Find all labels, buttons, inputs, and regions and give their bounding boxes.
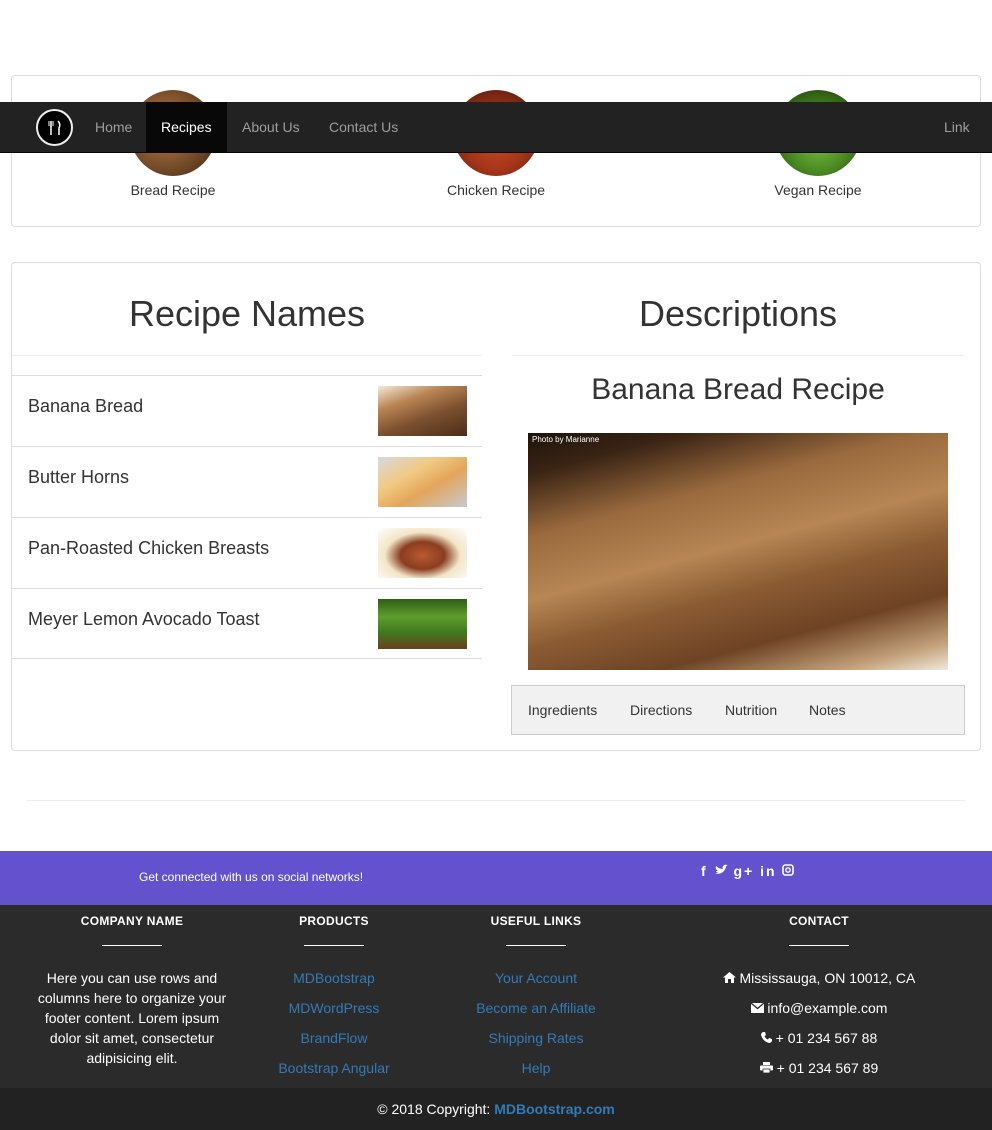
list-item[interactable]: Banana Bread (12, 375, 482, 446)
descriptions-title: Descriptions (638, 293, 838, 334)
footer-link[interactable]: MDWordPress (254, 993, 414, 1023)
footer-link[interactable]: MDBootstrap (254, 963, 414, 993)
recipe-thumbnail[interactable] (378, 599, 467, 649)
footer-link[interactable]: Bootstrap Angular (254, 1053, 414, 1083)
nav-link[interactable]: Link (929, 102, 985, 152)
footer: COMPANY NAME Here you can use rows and c… (0, 905, 992, 1088)
footer-heading: COMPANY NAME (80, 914, 184, 928)
tab-directions[interactable]: Directions (630, 686, 692, 734)
recipes-panel: Recipe Names Descriptions Banana Bread B… (11, 262, 981, 751)
recipe-name[interactable]: Butter Horns (28, 467, 129, 488)
google-plus-icon[interactable]: g+ (733, 863, 754, 879)
tab-nutrition[interactable]: Nutrition (725, 686, 777, 734)
recipe-name[interactable]: Meyer Lemon Avocado Toast (28, 609, 259, 630)
twitter-icon[interactable] (714, 864, 728, 876)
divider (506, 945, 566, 946)
print-icon (759, 1062, 773, 1074)
copyright-bar: © 2018 Copyright: MDBootstrap.com (0, 1088, 992, 1130)
recipe-thumbnail[interactable] (378, 386, 467, 436)
fax-line: + 01 234 567 89 (689, 1053, 949, 1083)
divider (789, 945, 849, 946)
navbar: Home Recipes About Us Contact Us Link (0, 102, 992, 153)
footer-heading: USEFUL LINKS (490, 914, 582, 928)
footer-contact: CONTACT Mississauga, ON 10012, CA info@e… (689, 914, 949, 1083)
divider (12, 355, 482, 356)
recipe-name[interactable]: Pan-Roasted Chicken Breasts (28, 538, 269, 559)
footer-products: PRODUCTS MDBootstrap MDWordPress BrandFl… (254, 914, 414, 1083)
home-icon (722, 972, 736, 983)
tab-ingredients[interactable]: Ingredients (528, 686, 597, 734)
footer-link[interactable]: Shipping Rates (456, 1023, 616, 1053)
recipe-list: Banana Bread Butter Horns Pan-Roasted Ch… (12, 375, 482, 659)
social-icons: f g+ in (701, 863, 795, 879)
recipe-names-title: Recipe Names (128, 293, 366, 334)
divider (304, 945, 364, 946)
recipe-tabs: Ingredients Directions Nutrition Notes (511, 685, 965, 735)
footer-link[interactable]: Your Account (456, 963, 616, 993)
copyright-link[interactable]: MDBootstrap.com (494, 1101, 615, 1117)
category-label[interactable]: Bread Recipe (73, 182, 273, 198)
email: info@example.com (767, 1000, 888, 1016)
recipe-thumbnail[interactable] (378, 528, 467, 578)
social-bar: Get connected with us on social networks… (0, 851, 992, 905)
footer-heading: PRODUCTS (299, 914, 369, 928)
footer-heading: CONTACT (789, 914, 849, 928)
footer-link[interactable]: Help (456, 1053, 616, 1083)
phone: + 01 234 567 88 (775, 1030, 878, 1046)
nav-home[interactable]: Home (80, 102, 147, 152)
linkedin-icon[interactable]: in (760, 863, 776, 879)
category-label[interactable]: Chicken Recipe (396, 182, 596, 198)
nav-recipes[interactable]: Recipes (146, 102, 227, 152)
brand-logo[interactable] (36, 109, 73, 146)
recipe-photo: Photo by Marianne (528, 433, 948, 670)
list-item[interactable]: Meyer Lemon Avocado Toast (12, 588, 482, 659)
footer-link[interactable]: BrandFlow (254, 1023, 414, 1053)
nav-contact-us[interactable]: Contact Us (314, 102, 413, 152)
address-line: Mississauga, ON 10012, CA (689, 963, 949, 993)
email-line: info@example.com (689, 993, 949, 1023)
divider (26, 800, 966, 801)
footer-company: COMPANY NAME Here you can use rows and c… (32, 914, 232, 1068)
address: Mississauga, ON 10012, CA (739, 970, 916, 986)
selected-recipe-title: Banana Bread Recipe (591, 373, 885, 406)
copyright-text: © 2018 Copyright: (377, 1101, 491, 1117)
facebook-icon[interactable]: f (701, 863, 708, 879)
footer-company-text: Here you can use rows and columns here t… (37, 970, 227, 1066)
list-item[interactable]: Butter Horns (12, 446, 482, 517)
footer-link[interactable]: Become an Affiliate (456, 993, 616, 1023)
utensils-icon (48, 119, 61, 135)
recipe-thumbnail[interactable] (378, 457, 467, 507)
footer-useful-links: USEFUL LINKS Your Account Become an Affi… (456, 914, 616, 1083)
instagram-icon[interactable] (782, 864, 795, 876)
tab-notes[interactable]: Notes (809, 686, 846, 734)
social-text: Get connected with us on social networks… (139, 870, 364, 884)
envelope-icon (750, 1002, 764, 1013)
phone-icon (760, 1032, 772, 1043)
fax: + 01 234 567 89 (776, 1060, 879, 1076)
recipe-name[interactable]: Banana Bread (28, 396, 143, 417)
nav-about-us[interactable]: About Us (227, 102, 315, 152)
divider (102, 945, 162, 946)
list-item[interactable]: Pan-Roasted Chicken Breasts (12, 517, 482, 588)
category-label[interactable]: Vegan Recipe (718, 182, 918, 198)
divider (512, 355, 964, 356)
phone-line: + 01 234 567 88 (689, 1023, 949, 1053)
photo-credit: Photo by Marianne (532, 435, 600, 444)
